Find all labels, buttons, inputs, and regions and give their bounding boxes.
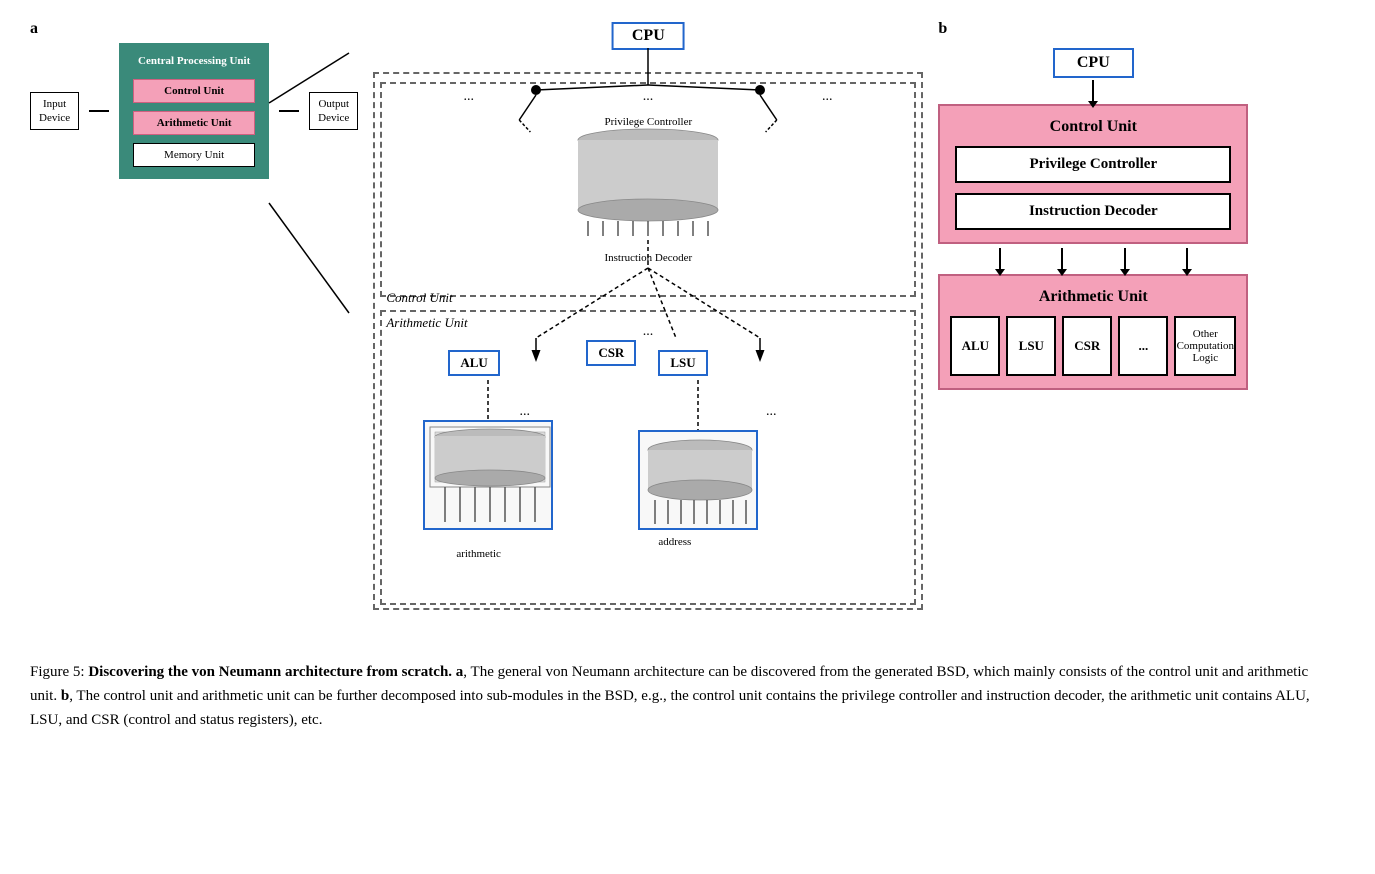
b-privilege-controller: Privilege Controller	[955, 146, 1231, 183]
caption-prefix: Figure 5:	[30, 664, 85, 680]
arithmetic-unit-sub: Arithmetic Unit	[133, 111, 255, 135]
diagram-a: Input Device Central Processing Unit Con…	[30, 43, 358, 179]
input-device-box: Input Device	[30, 92, 79, 131]
b-branch-line1	[999, 248, 1001, 270]
caption-title: Discovering the von Neumann architecture…	[88, 664, 452, 680]
caption-b-label: b	[61, 688, 69, 704]
b-instruction-decoder: Instruction Decoder	[955, 193, 1231, 230]
svg-text:...: ...	[643, 324, 654, 339]
figure-container: a Input Device Central Processing Unit C…	[30, 20, 1345, 732]
svg-text:...: ...	[822, 89, 833, 104]
b-branch-line2	[1061, 248, 1063, 270]
svg-text:...: ...	[643, 89, 654, 104]
b-cpu-wrapper: CPU	[938, 48, 1248, 78]
svg-text:...: ...	[766, 404, 777, 419]
diagram-center: CPU Control Unit Arithmetic Unit Privile…	[368, 20, 928, 620]
b-other-box: Other Computation Logic	[1174, 316, 1236, 376]
b-multi-arrows	[938, 248, 1248, 270]
b-arithmetic-unit: Arithmetic Unit ALU LSU CSR ... Other Co…	[938, 274, 1248, 390]
svg-text:...: ...	[464, 89, 475, 104]
b-arithmetic-unit-title: Arithmetic Unit	[950, 288, 1236, 306]
cpu-main-label: Central Processing Unit	[133, 55, 255, 67]
b-sub-boxes: ALU LSU CSR ... Other Computation Logic	[950, 316, 1236, 376]
b-alu-box: ALU	[950, 316, 1000, 376]
diagrams-row: a Input Device Central Processing Unit C…	[30, 20, 1345, 620]
b-arrow2	[999, 248, 1001, 270]
control-unit-sub: Control Unit	[133, 79, 255, 103]
diagram-a-label: a	[30, 20, 38, 38]
memory-unit-sub: Memory Unit	[133, 143, 255, 167]
b-lsu-box: LSU	[1006, 316, 1056, 376]
caption-body2: , The control unit and arithmetic unit c…	[30, 688, 1310, 728]
b-arrow1	[938, 80, 1248, 102]
b-arrow4	[1124, 248, 1126, 270]
b-cpu-box: CPU	[1053, 48, 1134, 78]
b-branch-line4	[1186, 248, 1188, 270]
diagram-b-label: b	[938, 20, 947, 38]
b-dots-box: ...	[1118, 316, 1168, 376]
diagram-b-container: b CPU Control Unit Privilege Controller …	[938, 20, 1248, 390]
b-branch-line3	[1124, 248, 1126, 270]
figure-caption: Figure 5: Discovering the von Neumann ar…	[30, 660, 1330, 732]
b-control-unit: Control Unit Privilege Controller Instru…	[938, 104, 1248, 244]
b-arrow5	[1186, 248, 1188, 270]
b-control-unit-title: Control Unit	[955, 118, 1231, 136]
b-arrow3	[1061, 248, 1063, 270]
cpu-main-box: Central Processing Unit Control Unit Ari…	[119, 43, 269, 179]
b-csr-box: CSR	[1062, 316, 1112, 376]
svg-text:...: ...	[520, 404, 531, 419]
center-connections-svg: ... ... ... ... ... ...	[368, 20, 928, 620]
